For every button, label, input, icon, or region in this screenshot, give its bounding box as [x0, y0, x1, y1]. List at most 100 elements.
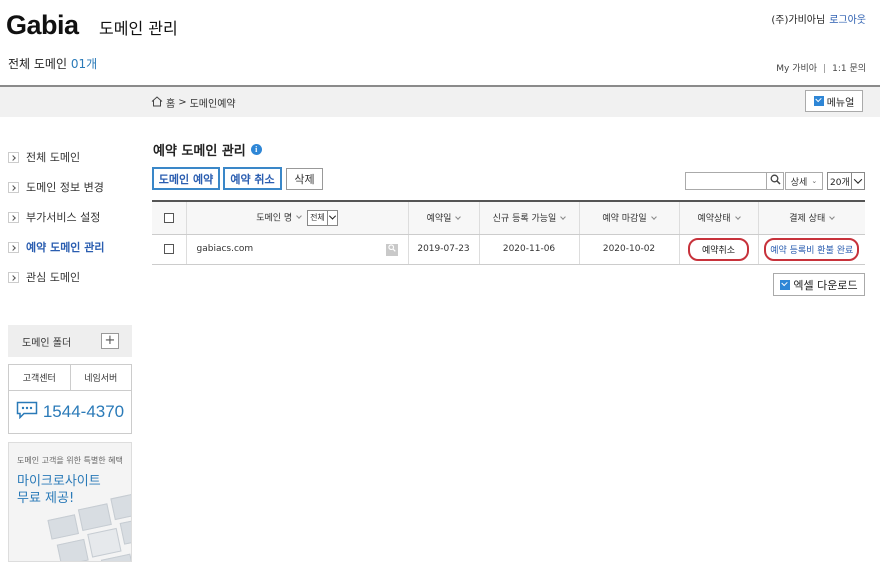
- search-input[interactable]: [685, 172, 767, 190]
- chat-bubble-icon: [16, 401, 43, 424]
- chevron-down-icon: [326, 210, 337, 225]
- breadcrumb-home[interactable]: 홈: [166, 95, 175, 110]
- header-select-all: [152, 201, 186, 235]
- header-label: 신규 등록 가능일: [492, 214, 557, 225]
- sidebar-item-label: 전체 도메인: [26, 151, 81, 164]
- domain-count-value[interactable]: 01개: [71, 57, 97, 71]
- sidebar-item-reserved-domains[interactable]: 예약 도메인 관리: [8, 232, 105, 262]
- domain-filter-value: 전체: [310, 213, 325, 223]
- breadcrumb-bar: 홈 > 도메인예약 메뉴얼: [0, 87, 880, 117]
- payment-status-link[interactable]: 예약 등록비 환불 완료: [764, 237, 860, 261]
- header-label: 결제 상태: [789, 214, 826, 225]
- header-domain-name[interactable]: 도메인 명 전체: [185, 201, 408, 235]
- reserved-date-cell: 2019-07-23: [407, 234, 479, 265]
- contact-tabs: 고객센터 네임서버: [9, 365, 131, 391]
- promo-subtitle: 도메인 고객을 위한 특별한 혜택: [17, 456, 123, 465]
- payment-cell: 예약 등록비 환불 완료: [757, 234, 865, 265]
- domain-count: 전체 도메인 01개: [8, 55, 97, 72]
- link-divider: |: [823, 64, 827, 74]
- gabia-logo[interactable]: Gabia: [6, 10, 79, 41]
- breadcrumb-current: 도메인예약: [189, 99, 236, 110]
- sort-icon: [560, 214, 567, 221]
- sidebar-menu: 전체 도메인 도메인 정보 변경 부가서비스 설정 예약 도메인 관리 관심 도…: [8, 142, 105, 292]
- detail-search-label: 상세: [790, 177, 808, 188]
- header-label: 예약상태: [697, 214, 731, 225]
- page-title: 도메인 관리: [99, 19, 178, 38]
- sidebar-item-domain-info-change[interactable]: 도메인 정보 변경: [8, 172, 105, 202]
- detail-search-button[interactable]: 상세 ⌄: [785, 172, 823, 190]
- status-badge: 예약취소: [687, 237, 750, 261]
- select-all-checkbox[interactable]: [163, 212, 174, 223]
- reserve-domain-button[interactable]: 도메인 예약: [152, 167, 220, 190]
- section-title: 예약 도메인 관리 i: [153, 140, 262, 159]
- header-payment[interactable]: 결제 상태: [757, 201, 865, 235]
- chevron-right-icon: [8, 241, 19, 253]
- inquiry-link[interactable]: 1:1 문의: [832, 64, 866, 74]
- sidebar-item-label: 부가서비스 설정: [26, 211, 101, 224]
- cancel-reservation-button[interactable]: 예약 취소: [223, 167, 282, 190]
- per-page-value: 20개: [830, 177, 850, 188]
- search-icon: [387, 244, 396, 255]
- home-icon[interactable]: [151, 95, 166, 110]
- excel-download-button[interactable]: 엑셀 다운로드: [773, 273, 865, 296]
- search-button[interactable]: [767, 172, 784, 190]
- header-label: 예약일: [426, 214, 452, 225]
- phone-number: 1544-4370: [42, 402, 125, 421]
- header-deadline[interactable]: 예약 마감일: [578, 201, 679, 235]
- chevron-right-icon: [8, 181, 19, 193]
- header-reserved-date[interactable]: 예약일: [407, 201, 479, 235]
- sidebar-item-all-domains[interactable]: 전체 도메인: [8, 142, 105, 172]
- breadcrumb: 홈 > 도메인예약: [151, 95, 236, 110]
- sort-icon: [650, 214, 657, 221]
- sort-icon: [734, 214, 741, 221]
- sort-icon: [455, 214, 462, 221]
- sidebar-item-watched-domains[interactable]: 관심 도메인: [8, 262, 105, 292]
- domain-filter-select[interactable]: 전체: [307, 209, 338, 226]
- breadcrumb-separator: >: [178, 97, 187, 108]
- row-checkbox[interactable]: [163, 243, 174, 254]
- check-icon: [780, 279, 791, 290]
- microsite-promo-banner[interactable]: 도메인 고객을 위한 특별한 혜택 마이크로사이트 무료 제공!: [8, 442, 132, 562]
- sort-icon: [829, 214, 836, 221]
- phone-row: 1544-4370: [9, 391, 131, 433]
- chevron-right-icon: [8, 211, 19, 223]
- top-links: My 가비아 | 1:1 문의: [776, 61, 866, 74]
- domain-lookup-button[interactable]: [385, 243, 398, 256]
- sidebar-item-addon-settings[interactable]: 부가서비스 설정: [8, 202, 105, 232]
- table-header-row: 도메인 명 전체 예약일 신규 등록 가능일 예약 마감일 예약상태 결제 상태: [152, 201, 865, 235]
- contact-panel: 고객센터 네임서버 1544-4370: [8, 364, 132, 434]
- tab-nameserver[interactable]: 네임서버: [69, 365, 132, 390]
- row-select-cell: [152, 234, 186, 265]
- user-name: (주)가비아님: [771, 15, 826, 26]
- sidebar-item-label: 도메인 정보 변경: [26, 181, 104, 194]
- user-area: (주)가비아님 로그아웃: [771, 11, 866, 26]
- table-row: gabiacs.com 2019-07-23 2020-11-06 2020-1…: [152, 234, 865, 265]
- domain-name[interactable]: gabiacs.com: [197, 244, 254, 254]
- header-label: 예약 마감일: [602, 214, 647, 225]
- search-icon: [770, 174, 781, 188]
- section-title-text: 예약 도메인 관리: [153, 144, 246, 159]
- domain-count-label: 전체 도메인: [8, 57, 68, 71]
- per-page-select[interactable]: 20개: [827, 172, 865, 190]
- excel-download-label: 엑셀 다운로드: [793, 278, 858, 292]
- domain-cell: gabiacs.com: [185, 234, 408, 265]
- manual-button[interactable]: 메뉴얼: [805, 90, 863, 112]
- available-date-cell: 2020-11-06: [478, 234, 579, 265]
- header-available-date[interactable]: 신규 등록 가능일: [478, 201, 579, 235]
- promo-title-line: 마이크로사이트: [17, 474, 101, 489]
- domain-folder-label: 도메인 폴더: [22, 337, 72, 349]
- manual-button-label: 메뉴얼: [826, 97, 855, 109]
- tab-customer-center[interactable]: 고객센터: [9, 365, 70, 390]
- domain-folder-panel: 도메인 폴더 +: [8, 325, 132, 357]
- my-gabia-link[interactable]: My 가비아: [776, 64, 817, 74]
- logout-link[interactable]: 로그아웃: [829, 15, 866, 26]
- delete-button[interactable]: 삭제: [286, 168, 323, 190]
- status-cell: 예약취소: [678, 234, 758, 265]
- chevron-right-icon: [8, 151, 19, 163]
- info-icon[interactable]: i: [250, 144, 262, 155]
- sidebar-item-label: 관심 도메인: [26, 271, 81, 284]
- header-status[interactable]: 예약상태: [678, 201, 758, 235]
- add-folder-button[interactable]: +: [101, 333, 119, 349]
- deadline-cell: 2020-10-02: [578, 234, 679, 265]
- chevron-down-icon: [851, 173, 864, 189]
